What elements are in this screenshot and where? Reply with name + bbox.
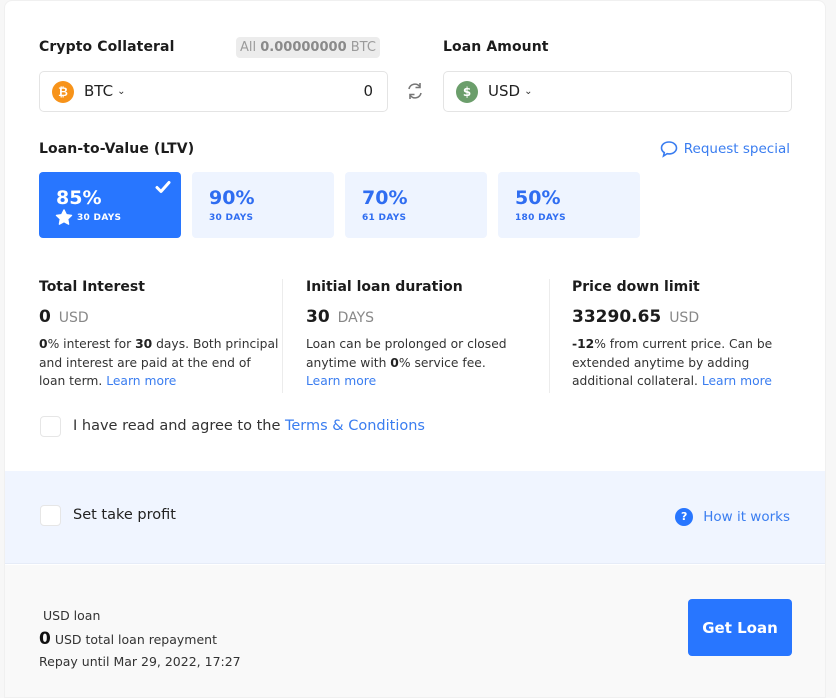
ltv-percent: 90% (209, 187, 255, 209)
interest-days: 30 (135, 337, 153, 351)
loan-amount-field: $ USD ⌄ (443, 71, 792, 112)
ltv-days: 61 DAYS (362, 213, 407, 223)
total-interest-panel: Total Interest 0 USD 0% interest for 30 … (39, 279, 279, 391)
ltv-option-70[interactable]: 70% 61 DAYS (345, 172, 487, 238)
all-amount: 0.00000000 (260, 40, 347, 55)
loan-summary: USD loan 0 USD total loan repayment Repa… (5, 565, 825, 697)
swap-icon[interactable] (404, 80, 426, 102)
checkmark-icon (155, 181, 171, 193)
ltv-label: Loan-to-Value (LTV) (39, 141, 195, 157)
collateral-field: ₿ BTC ⌄ 0 (39, 71, 388, 112)
interest-text: % interest for (47, 337, 136, 351)
star-icon (55, 209, 73, 225)
terms-text: I have read and agree to the (73, 418, 285, 434)
interest-percent: 0 (39, 337, 48, 351)
terms-checkbox[interactable] (40, 416, 61, 437)
request-special-label: Request special (683, 141, 790, 157)
duration-text: % service fee. (398, 355, 486, 370)
total-interest-unit: USD (58, 310, 89, 326)
collateral-amount-input[interactable]: 0 (363, 82, 373, 100)
total-repayment-text: USD total loan repayment (50, 632, 217, 647)
loan-duration-unit: DAYS (337, 310, 375, 326)
price-down-limit-panel: Price down limit 33290.65 USD -12% from … (572, 279, 797, 391)
how-it-works-label: How it works (703, 509, 790, 525)
summary-title: USD loan (43, 608, 101, 623)
divider (549, 279, 550, 393)
all-prefix: All (240, 40, 257, 55)
ltv-days: 30 DAYS (209, 213, 254, 223)
loan-currency-select[interactable]: USD ⌄ (488, 82, 532, 100)
dollar-icon: $ (456, 81, 478, 103)
learn-more-link[interactable]: Learn more (702, 374, 772, 388)
collateral-currency: BTC (84, 82, 114, 100)
loan-duration-description: Loan can be prolonged or closed anytime … (306, 335, 546, 391)
ltv-days: 30 DAYS (77, 213, 122, 223)
service-fee: 0 (390, 355, 399, 370)
ltv-option-90[interactable]: 90% 30 DAYS (192, 172, 334, 238)
divider (282, 279, 283, 393)
loan-currency: USD (488, 82, 521, 100)
request-special-link[interactable]: Request special (660, 140, 790, 158)
ltv-days: 180 DAYS (515, 213, 566, 223)
get-loan-button[interactable]: Get Loan (688, 599, 792, 656)
collateral-label: Crypto Collateral (39, 39, 175, 55)
take-profit-label: Set take profit (73, 507, 176, 523)
take-profit-checkbox[interactable] (40, 505, 61, 526)
chevron-down-icon: ⌄ (117, 86, 126, 97)
take-profit-section: Set take profit ? How it works (5, 471, 825, 564)
use-all-collateral-button[interactable]: All 0.00000000 BTC (236, 37, 380, 58)
loan-form-card: Crypto Collateral All 0.00000000 BTC ₿ B… (4, 0, 826, 698)
ltv-percent: 70% (362, 187, 408, 209)
price-down-limit-unit: USD (669, 310, 700, 326)
price-down-limit-description: -12% from current price. Can be extended… (572, 335, 797, 391)
repay-until: Repay until Mar 29, 2022, 17:27 (39, 654, 241, 669)
price-drop-percent: -12 (572, 337, 595, 351)
loan-duration-value: 30 (306, 307, 330, 327)
learn-more-link[interactable]: Learn more (106, 374, 176, 388)
ltv-option-85[interactable]: 85% 30 DAYS (39, 172, 181, 238)
bitcoin-icon: ₿ (52, 81, 74, 103)
loan-amount-label: Loan Amount (443, 39, 549, 55)
total-repayment-value: 0 (39, 629, 51, 649)
terms-conditions-link[interactable]: Terms & Conditions (285, 418, 425, 434)
price-down-limit-value: 33290.65 (572, 307, 662, 327)
chat-bubble-icon (660, 141, 678, 158)
collateral-currency-select[interactable]: BTC ⌄ (84, 82, 125, 100)
total-interest-title: Total Interest (39, 279, 145, 295)
total-interest-value: 0 (39, 307, 51, 327)
summary-total: 0 USD total loan repayment (39, 629, 217, 649)
ltv-percent: 50% (515, 187, 561, 209)
chevron-down-icon: ⌄ (524, 86, 533, 97)
ltv-option-50[interactable]: 50% 180 DAYS (498, 172, 640, 238)
question-icon: ? (675, 508, 694, 526)
ltv-percent: 85% (56, 187, 102, 209)
total-interest-description: 0% interest for 30 days. Both principal … (39, 335, 279, 391)
loan-duration-panel: Initial loan duration 30 DAYS Loan can b… (306, 279, 546, 391)
price-down-limit-title: Price down limit (572, 279, 700, 295)
learn-more-link[interactable]: Learn more (306, 374, 376, 388)
how-it-works-link[interactable]: ? How it works (675, 508, 790, 526)
all-unit: BTC (350, 40, 376, 55)
loan-duration-title: Initial loan duration (306, 279, 463, 295)
terms-label: I have read and agree to the Terms & Con… (73, 418, 425, 434)
